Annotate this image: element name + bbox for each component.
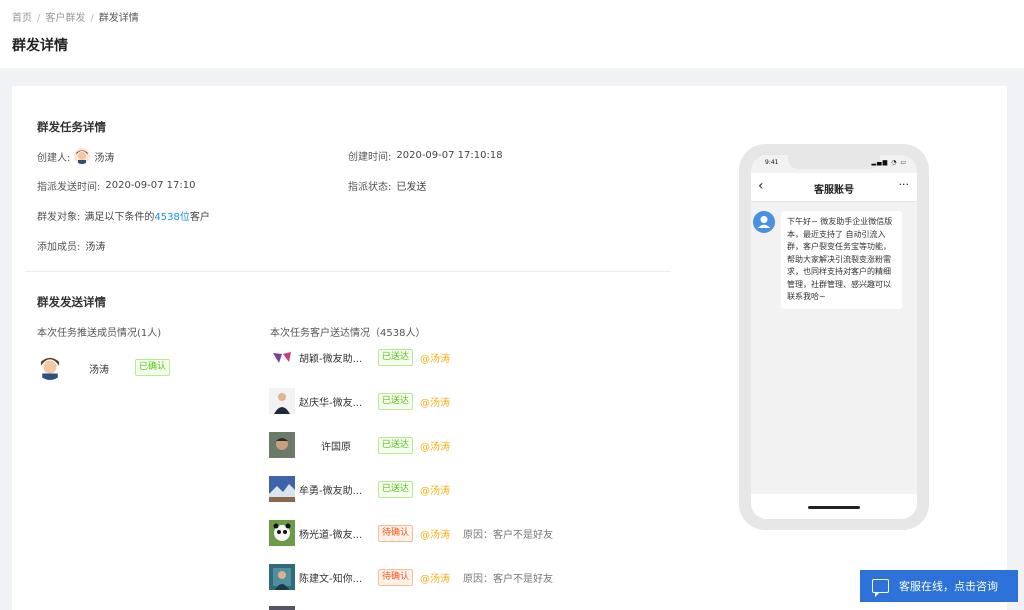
target-field: 群发对象: 满足以下条件的 4538位 客户 bbox=[37, 208, 210, 223]
creator-label: 创建人: bbox=[37, 152, 71, 164]
breadcrumb-mass-send[interactable]: 客户群发 bbox=[45, 9, 85, 24]
customer-owner[interactable]: @汤涛 bbox=[420, 482, 450, 497]
customer-reason: 原因：客户不是好友 bbox=[463, 574, 553, 585]
breadcrumb-separator: / bbox=[37, 13, 41, 24]
customer-owner[interactable]: @汤涛 bbox=[420, 350, 450, 365]
member-field: 添加成员: 汤涛 bbox=[37, 238, 105, 253]
creator-name: 汤涛 bbox=[94, 152, 115, 164]
customer-name: 牟勇-微友助... bbox=[299, 486, 363, 497]
customer-service-button[interactable]: 客服在线，点击咨询 bbox=[860, 570, 1018, 602]
customer-name: 陈建文-知你... bbox=[299, 574, 363, 585]
breadcrumb: 首页 / 客户群发 / 群发详情 bbox=[12, 9, 139, 24]
target-suffix: 客户 bbox=[189, 212, 210, 223]
customer-owner[interactable]: @汤涛 bbox=[420, 526, 450, 541]
detail-card: 群发任务详情 创建人: 汤涛 创建时间: 2020-09-07 17:10:18… bbox=[12, 86, 1007, 610]
task-section-title: 群发任务详情 bbox=[37, 120, 106, 134]
customer-avatar bbox=[269, 520, 295, 546]
breadcrumb-home[interactable]: 首页 bbox=[12, 9, 32, 24]
target-count-link[interactable]: 4538位 bbox=[154, 208, 189, 223]
status-field: 指派状态: 已发送 bbox=[348, 178, 426, 193]
target-label: 群发对象: bbox=[37, 212, 81, 223]
customer-avatar bbox=[269, 564, 295, 590]
customer-row[interactable]: 杨光道-微友... 待确认 @汤涛 原因：客户不是好友 bbox=[269, 520, 669, 548]
created-time-value: 2020-09-07 17:10:18 bbox=[396, 150, 503, 161]
phone-notch bbox=[788, 155, 880, 169]
phone-nav-title: 客服账号 bbox=[814, 185, 854, 196]
send-time-label: 指派发送时间: bbox=[37, 182, 101, 193]
created-time-field: 创建时间: 2020-09-07 17:10:18 bbox=[348, 148, 503, 163]
creator-field: 创建人: 汤涛 bbox=[37, 148, 114, 164]
signal-wifi-battery-icon: ▂▄▆ ◔ ▭ bbox=[871, 159, 907, 166]
customer-status-tag: 已送达 bbox=[378, 393, 414, 410]
customer-owner[interactable]: @汤涛 bbox=[420, 570, 450, 585]
send-time-field: 指派发送时间: 2020-09-07 17:10 bbox=[37, 178, 196, 193]
customers-title: 本次任务客户送达情况（4538人） bbox=[270, 328, 426, 339]
customer-owner[interactable]: @汤涛 bbox=[420, 394, 450, 409]
member-row: 汤涛 已确认 bbox=[37, 352, 237, 382]
member-avatar bbox=[37, 354, 63, 380]
customer-row[interactable]: 许国原 已送达 @汤涛 bbox=[269, 432, 669, 460]
customer-avatar bbox=[269, 606, 295, 610]
message-bubble: 下午好~ 微友助手企业微信版本，最近支持了 自动引流入群，客户裂变任务宝等功能，… bbox=[781, 211, 902, 309]
breadcrumb-separator: / bbox=[90, 13, 94, 24]
customer-name: 杨光道-微友... bbox=[299, 530, 363, 541]
customer-row[interactable]: 胡颖-微友助... 已送达 @汤涛 bbox=[269, 344, 669, 372]
customer-row[interactable]: 陈建文-知你... 待确认 @汤涛 原因：客户不是好友 bbox=[269, 564, 669, 592]
status-label: 指派状态: bbox=[348, 182, 392, 193]
member-label: 添加成员: bbox=[37, 242, 81, 253]
customer-owner[interactable]: @汤涛 bbox=[420, 438, 450, 453]
page-header: 首页 / 客户群发 / 群发详情 群发详情 bbox=[0, 0, 1024, 68]
customer-name: 胡颖-微友助... bbox=[299, 354, 363, 365]
phone-screen: 9:41 ▂▄▆ ◔ ▭ ‹ 客服账号 ··· 下午好~ 微友助手企业微信版本，… bbox=[751, 155, 917, 519]
status-value: 已发送 bbox=[396, 182, 427, 193]
customer-service-label: 客服在线，点击咨询 bbox=[899, 580, 998, 593]
customer-row[interactable]: 赵庆华-微友... 已送达 @汤涛 bbox=[269, 388, 669, 416]
customer-name: 赵庆华-微友... bbox=[299, 398, 363, 409]
customer-status-tag: 已送达 bbox=[378, 349, 414, 366]
customer-row[interactable]: 牟勇-微友助... 已送达 @汤涛 bbox=[269, 476, 669, 504]
user-avatar-icon bbox=[753, 211, 775, 233]
send-section-title: 群发发送详情 bbox=[37, 295, 106, 309]
chat-icon bbox=[872, 579, 889, 597]
page-title: 群发详情 bbox=[12, 38, 68, 54]
customer-avatar bbox=[269, 432, 295, 458]
customer-status-tag: 已送达 bbox=[378, 437, 414, 454]
breadcrumb-current: 群发详情 bbox=[98, 13, 139, 24]
home-indicator bbox=[808, 506, 860, 509]
phone-status-time: 9:41 bbox=[765, 159, 779, 166]
customer-avatar bbox=[269, 388, 295, 414]
customer-status-tag: 已送达 bbox=[378, 481, 414, 498]
more-icon[interactable]: ··· bbox=[899, 178, 910, 191]
members-title: 本次任务推送成员情况(1人) bbox=[37, 328, 162, 339]
customer-row-partial bbox=[269, 606, 669, 610]
member-name: 汤涛 bbox=[85, 242, 106, 253]
customer-status-tag: 待确认 bbox=[378, 569, 414, 586]
customer-avatar bbox=[269, 476, 295, 502]
customer-status-tag: 待确认 bbox=[378, 525, 414, 542]
creator-avatar bbox=[74, 148, 91, 164]
send-time-value: 2020-09-07 17:10 bbox=[105, 180, 196, 191]
member-status-tag: 已确认 bbox=[135, 359, 171, 376]
created-time-label: 创建时间: bbox=[348, 152, 392, 163]
customer-reason: 原因：客户不是好友 bbox=[463, 530, 553, 541]
member-row-name: 汤涛 bbox=[89, 365, 109, 376]
target-prefix: 满足以下条件的 bbox=[84, 212, 155, 223]
phone-navbar: ‹ 客服账号 ··· bbox=[751, 173, 917, 202]
section-divider bbox=[25, 271, 671, 272]
customer-avatar bbox=[269, 344, 295, 370]
phone-preview: 9:41 ▂▄▆ ◔ ▭ ‹ 客服账号 ··· 下午好~ 微友助手企业微信版本，… bbox=[739, 144, 929, 530]
customer-name: 许国原 bbox=[321, 442, 351, 453]
